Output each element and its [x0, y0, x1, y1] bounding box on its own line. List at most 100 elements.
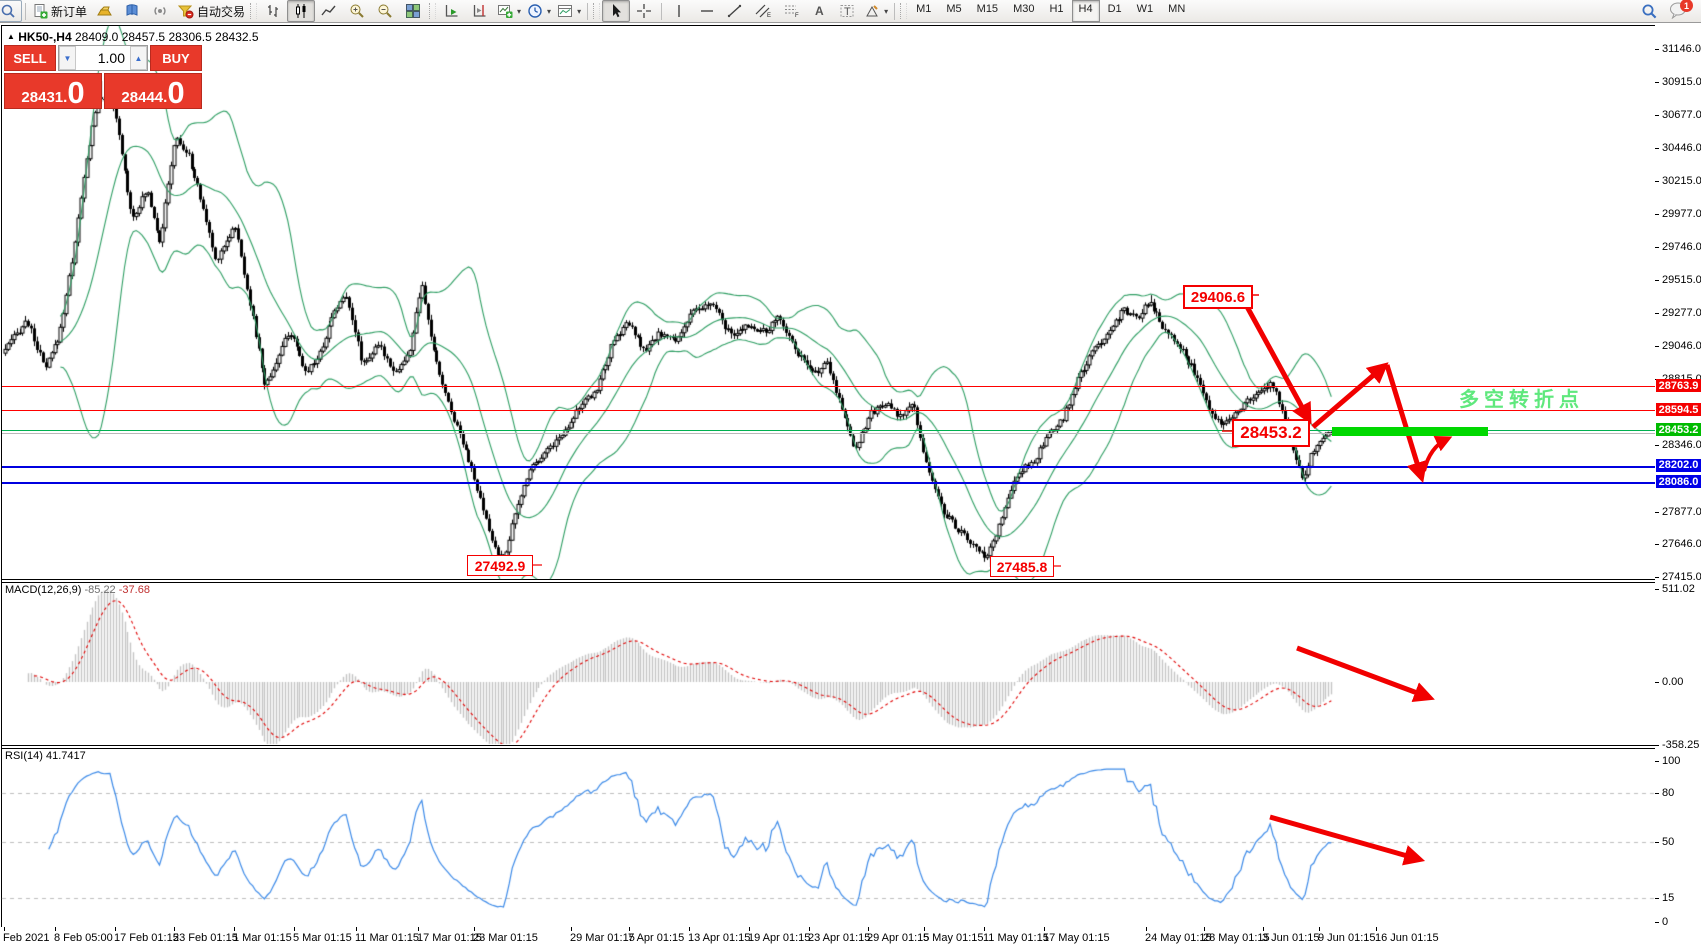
time-tick-label: 17 Feb 01:15: [114, 932, 179, 944]
chart-ohlc-header: ▲ HK50-,H4 28409.0 28457.5 28306.5 28432…: [7, 30, 259, 44]
time-tick: [1319, 927, 1320, 931]
cursor-tool-icon[interactable]: [602, 0, 631, 22]
time-tick-label: 5 May 01:15: [923, 932, 984, 944]
candlestick-mode-icon[interactable]: [287, 0, 316, 22]
price-tick-label: 29746.0: [1662, 241, 1701, 254]
tile-windows-icon[interactable]: [399, 0, 427, 22]
axis-tick: [1655, 897, 1659, 899]
timeframe-h4[interactable]: H4: [1071, 0, 1100, 22]
macd-name: MACD(12,26,9): [5, 584, 82, 596]
axis-tick: [1655, 511, 1659, 513]
sell-price[interactable]: 28431. 0: [4, 73, 102, 109]
zoom-out-icon[interactable]: [371, 0, 399, 22]
volume-stepper[interactable]: ▼ 1.00 ▲: [58, 45, 148, 71]
symbol-period: HK50-,H4: [18, 30, 72, 44]
chart-note-text[interactable]: 多空转折点: [1459, 383, 1584, 412]
new-chart-button[interactable]: ▾: [494, 0, 524, 22]
ohlc-close: 28432.5: [215, 30, 259, 44]
time-tick-label: 28 May 01:15: [1203, 932, 1270, 944]
line-chart-mode-icon[interactable]: [315, 0, 343, 22]
ohlc-open: 28409.0: [74, 30, 119, 44]
price-label-object[interactable]: 27485.8: [990, 556, 1054, 577]
horizontal-line-object[interactable]: [2, 386, 1655, 387]
axis-tick: [1655, 279, 1659, 281]
volume-value[interactable]: 1.00: [76, 46, 130, 70]
time-tick: [924, 927, 925, 931]
chart-shift-icon[interactable]: [466, 0, 494, 22]
zoom-in-icon[interactable]: [343, 0, 371, 22]
svg-text:A: A: [815, 4, 824, 18]
auto-scroll-icon[interactable]: [438, 0, 466, 22]
time-tick-label: 1 Mar 01:15: [233, 932, 292, 944]
buy-button[interactable]: BUY: [150, 45, 202, 71]
cropped-chart-icon[interactable]: [0, 0, 22, 22]
toolbar-grip: [429, 3, 437, 19]
signal-icon[interactable]: [146, 0, 174, 22]
time-tick: [474, 927, 475, 931]
price-label-object[interactable]: 27492.9: [467, 555, 533, 576]
template-button[interactable]: ▾: [554, 0, 584, 22]
timeframe-mn[interactable]: MN: [1161, 0, 1192, 22]
notifications-button[interactable]: 1: [1669, 0, 1693, 21]
price-label-object[interactable]: 29406.6: [1183, 285, 1253, 309]
trendline-tool-icon[interactable]: [721, 0, 749, 22]
axis-tick: [1655, 761, 1659, 762]
time-axis[interactable]: Feb 2021 8 Feb 05:00 17 Feb 01:15 23 Feb 01…: [0, 927, 1701, 948]
market-watch-icon[interactable]: [118, 0, 146, 22]
new-order-button[interactable]: 新订单: [29, 0, 90, 22]
horizontal-line-object[interactable]: [2, 466, 1655, 468]
axis-tick: [1655, 49, 1659, 50]
volume-decrease-button[interactable]: ▼: [59, 46, 76, 70]
timeframe-d1[interactable]: D1: [1101, 0, 1129, 22]
timeframe-m30[interactable]: M30: [1006, 0, 1041, 22]
timeframe-m15[interactable]: M15: [970, 0, 1005, 22]
ohlc-low: 28306.5: [168, 30, 212, 44]
text-tool-icon[interactable]: A: [805, 0, 833, 22]
time-tick: [571, 927, 572, 931]
time-tick-label: 17 May 01:15: [1043, 932, 1110, 944]
horizontal-line-tool-icon[interactable]: [693, 0, 721, 22]
chart-canvas[interactable]: [0, 0, 1701, 948]
macd-scale-label: 0.00: [1662, 676, 1684, 688]
text-label-tool-icon[interactable]: T: [833, 0, 861, 22]
period-button[interactable]: ▾: [524, 0, 554, 22]
macd-signal-value: -37.68: [118, 584, 150, 596]
buy-price-big-digit: 0: [167, 74, 185, 110]
svg-text:E: E: [767, 13, 771, 19]
search-icon[interactable]: [1635, 0, 1663, 22]
macd-main-value: -85.22: [84, 584, 116, 596]
horizontal-line-object[interactable]: [2, 410, 1655, 411]
dropdown-caret-icon: ▾: [547, 6, 552, 16]
axis-tick: [1655, 115, 1659, 117]
timeframe-w1[interactable]: W1: [1130, 0, 1161, 22]
crosshair-tool-icon[interactable]: [630, 0, 658, 22]
price-axis[interactable]: 31146.0 30915.0 30677.0 30446.0 30215.0 29977…: [1655, 25, 1701, 928]
buy-price[interactable]: 28444. 0: [104, 73, 202, 109]
separator: [25, 2, 26, 20]
mt4-terminal: 新订单 自动交易 ▾ ▾ ▾ E F A T ▾ M1 M5 M15 M30 H…: [0, 0, 1701, 948]
auto-trading-label: 自动交易: [197, 4, 246, 19]
vertical-line-tool-icon[interactable]: [665, 0, 693, 22]
axis-tick: [1655, 682, 1659, 683]
timeframe-m1[interactable]: M1: [909, 0, 938, 22]
axis-tick: [1655, 745, 1659, 746]
time-tick: [4, 927, 5, 931]
timeframe-m5[interactable]: M5: [939, 0, 968, 22]
svg-text:F: F: [795, 13, 799, 19]
green-highlight-bar[interactable]: [1332, 427, 1488, 436]
time-tick-label: Feb 2021: [3, 932, 50, 944]
horizontal-line-object[interactable]: [2, 482, 1655, 484]
sell-button[interactable]: SELL: [4, 45, 56, 71]
price-line-badge: 28086.0: [1656, 475, 1701, 489]
time-tick: [1204, 927, 1205, 931]
timeframe-h1[interactable]: H1: [1042, 0, 1070, 22]
price-label-object[interactable]: 28453.2: [1232, 419, 1310, 447]
bar-chart-mode-icon[interactable]: [259, 0, 287, 22]
gold-bar-icon[interactable]: [90, 0, 118, 22]
shapes-tool-button[interactable]: ▾: [861, 0, 891, 22]
channel-tool-icon[interactable]: E: [749, 0, 777, 22]
volume-increase-button[interactable]: ▲: [130, 46, 147, 70]
time-tick-label: 3 Jun 01:15: [1262, 932, 1320, 944]
auto-trading-button[interactable]: 自动交易: [174, 0, 248, 22]
fibonacci-tool-icon[interactable]: F: [777, 0, 805, 22]
